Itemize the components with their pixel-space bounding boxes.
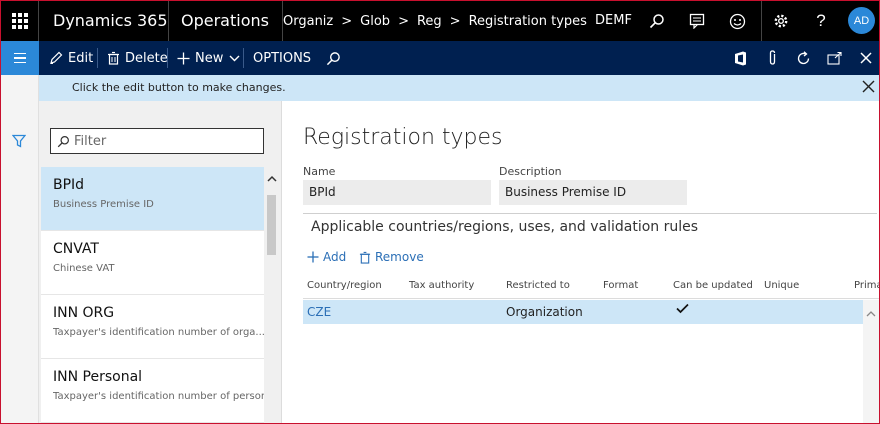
company-picker[interactable]: DEMF (595, 1, 632, 41)
message-text: Click the edit button to make changes. (72, 81, 286, 94)
column-header-can-be-updated[interactable]: Can be updated (673, 280, 753, 291)
grid-header: Country/region Tax authority Restricted … (303, 277, 879, 299)
list-item-subtitle: Taxpayer's identification number of orga… (53, 327, 264, 338)
help-icon[interactable]: ? (801, 1, 841, 41)
search-icon (57, 135, 69, 147)
section-title[interactable]: Applicable countries/regions, uses, and … (311, 219, 698, 235)
funnel-icon[interactable] (11, 133, 27, 152)
breadcrumb-item[interactable]: Reg (417, 14, 448, 29)
list-item-subtitle: Taxpayer's identification number of pers… (53, 391, 264, 402)
gear-icon[interactable] (761, 1, 801, 41)
breadcrumb-separator-icon: > (398, 13, 409, 29)
list-item-title: CNVAT (53, 241, 99, 257)
chevron-down-icon (229, 55, 240, 61)
list-item[interactable]: INN Personal Taxpayer's identification n… (41, 359, 264, 423)
cell-restricted-to: Organization (506, 305, 583, 319)
breadcrumb-item-current[interactable]: Registration types (469, 14, 593, 29)
top-nav-bar: Dynamics 365 Operations Organiz > Glob >… (1, 1, 879, 41)
grid-scrollbar[interactable] (863, 300, 879, 423)
list-item-title: INN ORG (53, 305, 115, 321)
search-icon[interactable] (637, 1, 677, 41)
close-icon[interactable] (862, 80, 875, 96)
filter-box (50, 128, 264, 154)
filter-pane-strip (1, 75, 39, 423)
column-header-tax-authority[interactable]: Tax authority (409, 280, 474, 291)
breadcrumb: Organiz > Glob > Reg > Registration type… (283, 1, 593, 41)
edit-label: Edit (68, 50, 94, 66)
filter-input[interactable] (74, 133, 254, 149)
checkmark-icon (676, 303, 689, 317)
description-field[interactable]: Business Premise ID (499, 180, 687, 205)
pencil-icon (50, 51, 63, 64)
app-frame: Dynamics 365 Operations Organiz > Glob >… (0, 0, 880, 424)
office-icon[interactable] (725, 41, 755, 75)
remove-button[interactable]: Remove (359, 248, 424, 266)
list-item[interactable]: CNVAT Chinese VAT (41, 231, 264, 295)
column-header-restricted-to[interactable]: Restricted to (506, 280, 570, 291)
cell-country[interactable]: CZE (307, 305, 331, 319)
chevron-up-icon (267, 175, 277, 182)
popout-icon[interactable] (819, 41, 849, 75)
smiley-icon[interactable] (717, 1, 757, 41)
list-item-subtitle: Business Premise ID (53, 199, 154, 210)
list-scrollbar-thumb[interactable] (267, 195, 276, 255)
description-label: Description (499, 165, 562, 178)
chat-icon[interactable] (677, 1, 717, 41)
new-button[interactable]: New (177, 41, 245, 75)
column-header-format[interactable]: Format (603, 280, 638, 291)
action-separator (97, 48, 98, 68)
plus-icon (177, 52, 190, 64)
module-title[interactable]: Operations (169, 1, 283, 41)
hamburger-icon[interactable] (1, 41, 39, 75)
list-item-subtitle: Chinese VAT (53, 263, 115, 274)
options-tab[interactable]: OPTIONS (253, 41, 311, 75)
list-scrollbar[interactable] (264, 167, 280, 423)
column-header-primary[interactable]: Prima (854, 280, 879, 291)
trash-icon (108, 51, 119, 65)
search-icon[interactable] (326, 41, 346, 75)
add-label: Add (323, 250, 347, 264)
remove-label: Remove (375, 250, 424, 264)
action-separator (243, 48, 244, 68)
column-header-unique[interactable]: Unique (764, 280, 799, 291)
record-list: BPId Business Premise ID CNVAT Chinese V… (41, 167, 264, 423)
waffle-icon (11, 13, 28, 29)
add-button[interactable]: Add (307, 248, 346, 266)
paperclip-icon[interactable] (757, 41, 787, 75)
list-item[interactable]: INN ORG Taxpayer's identification number… (41, 295, 264, 359)
page-title: Registration types (303, 125, 503, 150)
column-header-country[interactable]: Country/region (307, 280, 382, 291)
delete-button[interactable]: Delete (107, 41, 168, 75)
name-label: Name (303, 165, 336, 178)
action-pane: Edit Delete New OPTIONS (1, 41, 879, 75)
new-label: New (195, 50, 224, 66)
breadcrumb-separator-icon: > (449, 13, 461, 29)
brand-title[interactable]: Dynamics 365 (39, 1, 169, 41)
detail-pane: Registration types Name BPId Description… (283, 101, 879, 423)
breadcrumb-item[interactable]: Glob (360, 14, 396, 29)
edit-button[interactable]: Edit (49, 41, 93, 75)
close-icon[interactable] (851, 41, 879, 75)
list-item-title: INN Personal (53, 369, 143, 385)
refresh-icon[interactable] (788, 41, 818, 75)
app-launcher-button[interactable] (1, 1, 39, 41)
breadcrumb-item[interactable]: Organiz (283, 14, 339, 29)
delete-label: Delete (125, 50, 168, 66)
section-divider (303, 213, 877, 214)
message-bar: Click the edit button to make changes. (39, 75, 879, 101)
plus-icon (307, 251, 319, 263)
action-separator (167, 48, 168, 68)
avatar[interactable]: AD (848, 7, 875, 34)
trash-icon (359, 251, 371, 264)
list-item-title: BPId (53, 177, 85, 193)
table-row[interactable]: CZE Organization (303, 300, 863, 324)
list-pane: BPId Business Premise ID CNVAT Chinese V… (39, 101, 282, 423)
chevron-up-icon (866, 311, 876, 317)
name-field[interactable]: BPId (303, 180, 491, 205)
list-item[interactable]: BPId Business Premise ID (41, 167, 264, 231)
breadcrumb-separator-icon: > (341, 13, 353, 29)
